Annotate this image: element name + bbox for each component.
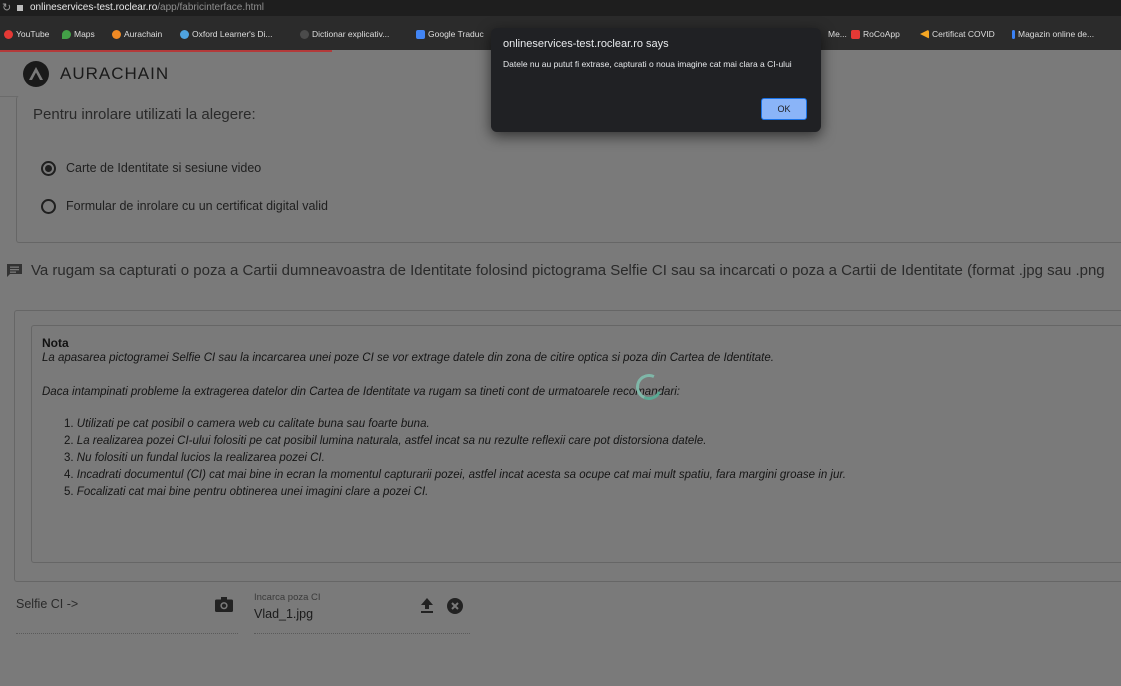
brand-name: AURACHAIN (60, 64, 170, 83)
list-item: 1. Utilizati pe cat posibil o camera web… (64, 418, 430, 430)
shop-icon (1012, 29, 1015, 39)
radio-unselected-icon[interactable] (41, 198, 56, 214)
nota-box: Nota La apasarea pictogramei Selfie CI s… (31, 325, 1121, 563)
upload-field-underline (254, 632, 470, 634)
upload-label: Incarca poza CI (254, 592, 321, 603)
bookmark-me[interactable]: Me... (828, 28, 847, 40)
rocoapp-icon (851, 29, 860, 39)
nota-paragraph-2: Daca intampinati probleme la extragerea … (42, 386, 680, 398)
dialog-title: onlineservices-test.roclear.ro says (503, 38, 669, 50)
oxford-icon (180, 29, 189, 39)
url-text[interactable]: onlineservices-test.roclear.ro/app/fabri… (30, 0, 264, 16)
enrollment-title: Pentru inrolare utilizati la alegere: (33, 106, 256, 123)
aurachain-icon (112, 29, 121, 39)
instruction-text: Va rugam sa capturati o poza a Cartii du… (31, 262, 1105, 279)
reload-icon[interactable]: ↻ (2, 0, 11, 16)
camera-icon[interactable] (215, 597, 233, 612)
radio-selected-icon[interactable] (41, 160, 56, 176)
radio-option-label: Formular de inrolare cu un certificat di… (66, 199, 328, 213)
list-item: 5. Focalizati cat mai bine pentru obtine… (64, 486, 429, 498)
radio-option-id-card[interactable]: Carte de Identitate si sesiune video (41, 158, 261, 178)
bookmark-dex[interactable]: Dictionar explicativ... (300, 28, 389, 40)
nota-card: Nota La apasarea pictogramei Selfie CI s… (14, 310, 1121, 582)
dialog-message: Datele nu au putut fi extrase, capturati… (503, 59, 792, 69)
instruction-row: Va rugam sa capturati o poza a Cartii du… (6, 262, 1105, 279)
covid-icon (920, 29, 929, 39)
bookmark-shop[interactable]: Magazin online de... (1012, 28, 1094, 40)
radio-option-certificate[interactable]: Formular de inrolare cu un certificat di… (41, 196, 328, 216)
upload-file-name[interactable]: Vlad_1.jpg (254, 607, 313, 621)
bookmark-rocoapp[interactable]: RoCoApp (851, 28, 900, 40)
bookmark-oxford[interactable]: Oxford Learner's Di... (180, 28, 273, 40)
selfie-field-underline (16, 632, 238, 634)
youtube-icon (4, 29, 13, 39)
bookmark-aurachain[interactable]: Aurachain (112, 28, 162, 40)
radio-option-label: Carte de Identitate si sesiune video (66, 161, 262, 175)
maps-icon (62, 29, 71, 39)
selfie-label: Selfie CI -> (16, 597, 79, 611)
nota-paragraph-1: La apasarea pictogramei Selfie CI sau la… (42, 352, 774, 364)
site-info-icon[interactable] (17, 5, 23, 11)
bookmark-maps[interactable]: Maps (62, 28, 95, 40)
clear-icon[interactable] (447, 598, 463, 614)
ok-button[interactable]: OK (761, 98, 807, 120)
alert-dialog: onlineservices-test.roclear.ro says Date… (491, 28, 821, 132)
upload-icon[interactable] (420, 597, 434, 613)
translate-icon (416, 29, 425, 39)
dex-icon (300, 29, 309, 39)
list-item: 2. La realizarea pozei CI-ului folositi … (64, 435, 707, 447)
aurachain-logo-icon (23, 61, 49, 87)
bookmark-covid[interactable]: Certificat COVID (920, 28, 995, 40)
message-icon (7, 264, 22, 277)
address-bar[interactable]: ↻ onlineservices-test.roclear.ro/app/fab… (0, 0, 1121, 16)
bookmark-translate[interactable]: Google Traduc (416, 28, 484, 40)
recommendations-list: 1. Utilizati pe cat posibil o camera web… (64, 416, 846, 501)
list-item: 4. Incadrati documentul (CI) cat mai bin… (64, 469, 846, 481)
page-content: AURACHAIN Pentru inrolare utilizati la a… (0, 52, 1121, 686)
nota-title: Nota (42, 336, 69, 350)
bookmark-youtube[interactable]: YouTube (4, 28, 49, 40)
list-item: 3. Nu folositi un fundal lucios la reali… (64, 452, 325, 464)
